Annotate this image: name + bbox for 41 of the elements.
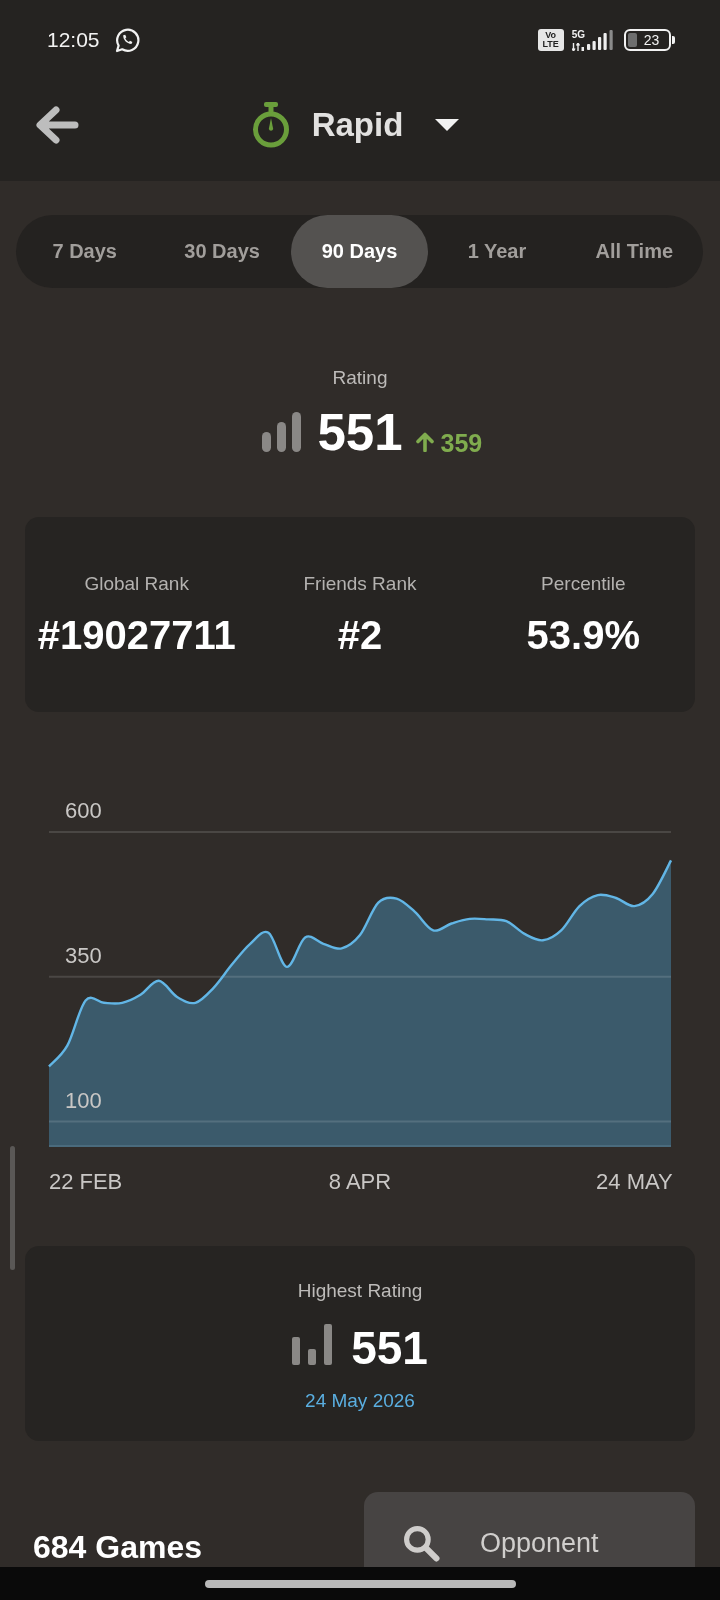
games-count: 684 Games [33,1529,202,1565]
stopwatch-icon [250,102,291,148]
axis-label: 600 [65,798,102,823]
home-indicator[interactable] [204,1579,516,1588]
axis-label: 100 [65,1087,102,1113]
signal-icon [587,30,613,50]
status-time: 12:05 [47,28,100,52]
range-tab[interactable]: 1 Year [428,215,566,288]
rank-label: Percentile [541,572,626,596]
axis-label: 8 APR [328,1169,392,1194]
range-tab[interactable]: 7 Days [16,215,154,288]
range-tab[interactable]: 30 Days [153,215,291,288]
opponent-button[interactable]: Opponent [364,1492,695,1567]
rating-change: 359 [440,428,483,458]
range-tab[interactable]: All Time [565,215,704,288]
rank-label: Friends Rank [303,572,417,596]
back-arrow-icon[interactable] [35,105,79,145]
mode-dropdown[interactable]: Rapid [250,102,460,148]
network-type: 5G [571,29,585,40]
volte-badge: Vo LTE [537,29,564,51]
arrow-up-icon [415,432,434,452]
highest-rating-value: 551 [351,1321,428,1376]
rating-label: Rating [331,366,389,390]
rank-value: 53.9% [526,612,641,659]
battery-indicator: 23 [624,29,675,51]
rank-value: #19027711 [37,612,236,659]
bars-icon [262,410,304,452]
highest-rating-date: 24 May 2026 [305,1389,415,1413]
highest-rating-label: Highest Rating [297,1279,423,1303]
search-icon [403,1525,440,1562]
bars-icon [292,1324,334,1365]
axis-label: 24 MAY [596,1169,673,1194]
rating-value: 551 [317,403,403,463]
rank-label: Global Rank [84,572,189,596]
caret-icon [435,119,460,131]
axis-label: 350 [65,942,102,968]
phone-bubble-icon [113,27,140,53]
axis-label: 22 FEB [48,1169,123,1194]
rank-value: #2 [337,612,383,659]
range-tab[interactable]: 90 Days [290,215,429,288]
data-arrows-icon [571,42,584,51]
